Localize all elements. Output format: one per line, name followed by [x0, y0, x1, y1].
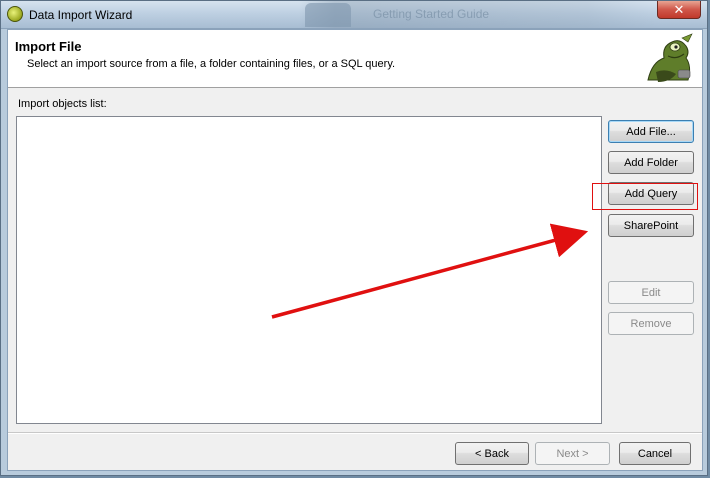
- footer-divider: [8, 432, 702, 434]
- remove-button[interactable]: Remove: [608, 312, 694, 335]
- page-subtitle: Select an import source from a file, a f…: [27, 58, 396, 70]
- next-button[interactable]: Next >: [535, 442, 610, 465]
- cancel-button[interactable]: Cancel: [619, 442, 691, 465]
- app-icon: [7, 6, 23, 22]
- sharepoint-button[interactable]: SharePoint: [608, 214, 694, 237]
- add-folder-button[interactable]: Add Folder: [608, 151, 694, 174]
- sharepoint-highlight-box: [592, 183, 698, 210]
- window-title: Data Import Wizard: [29, 8, 133, 22]
- title-bar[interactable]: Getting Started Guide Data Import Wizard…: [1, 1, 707, 29]
- page-title: Import File: [15, 39, 82, 54]
- close-button[interactable]: ✕: [657, 1, 701, 19]
- close-icon: ✕: [673, 1, 685, 17]
- add-file-button[interactable]: Add File...: [608, 120, 694, 143]
- data-import-wizard-window: Getting Started Guide Data Import Wizard…: [0, 0, 708, 476]
- wizard-header: Import File Select an import source from…: [8, 30, 702, 88]
- import-objects-list-label: Import objects list:: [18, 98, 107, 110]
- frog-mascot-icon: [642, 32, 696, 86]
- edit-button[interactable]: Edit: [608, 281, 694, 304]
- background-window-title: Getting Started Guide: [373, 7, 490, 21]
- background-window-icon: [305, 3, 351, 27]
- wizard-client-area: Import File Select an import source from…: [7, 29, 703, 471]
- back-button[interactable]: < Back: [455, 442, 529, 465]
- import-objects-list[interactable]: [16, 116, 602, 424]
